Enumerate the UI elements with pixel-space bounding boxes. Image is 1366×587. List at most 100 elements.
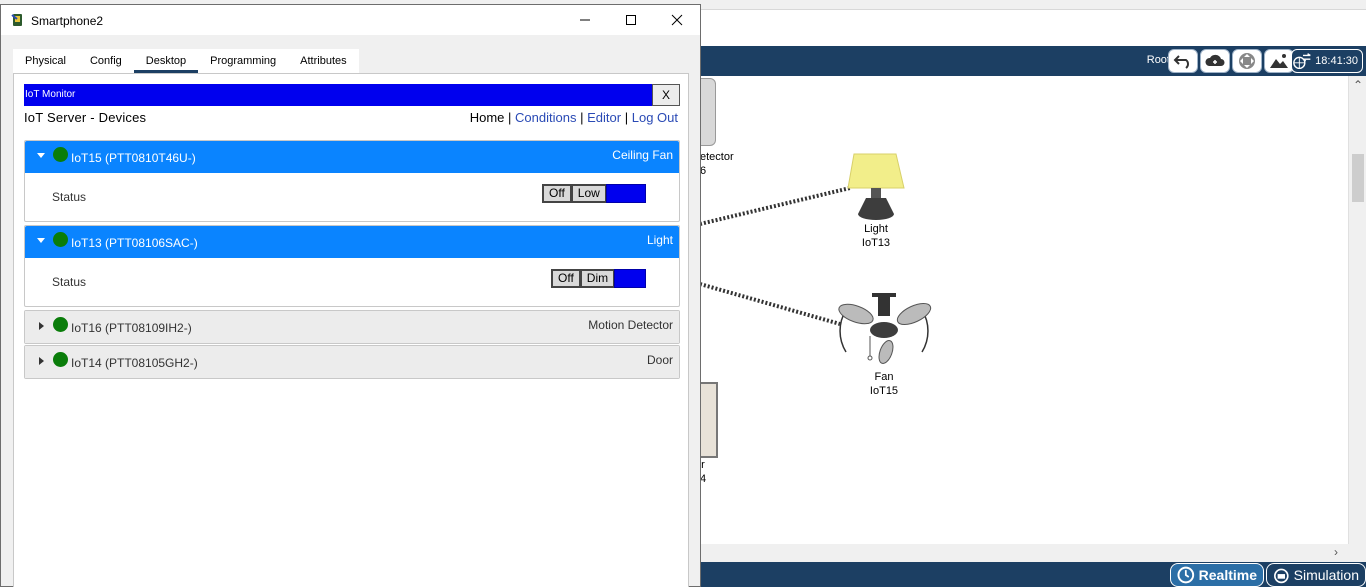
light-off-option[interactable]: Off [551, 269, 580, 288]
device-name: IoT16 (PTT08109IH2-) [71, 321, 192, 335]
collapse-caret-icon[interactable] [37, 153, 45, 158]
root-label: Root [1146, 54, 1170, 66]
light-selected-option[interactable] [614, 269, 647, 288]
clock-icon [1177, 566, 1195, 584]
tab-config[interactable]: Config [78, 49, 134, 73]
fan-off-option[interactable]: Off [542, 184, 571, 203]
simulation-button[interactable]: Simulation [1266, 563, 1366, 587]
window-title: Smartphone2 [31, 14, 104, 28]
scroll-up-icon[interactable]: ⌃ [1353, 78, 1363, 92]
main-toolbar-strip [700, 10, 1366, 46]
device-panel-iot15: IoT15 (PTT0810T46U-) Ceiling Fan Status … [24, 140, 680, 222]
clock-display[interactable]: 18:41:30 [1291, 49, 1363, 73]
background-image-button[interactable] [1264, 49, 1294, 73]
logical-workspace-bar: Root 18:41:30 [700, 46, 1366, 76]
iot-monitor-title: IoT Monitor [25, 89, 76, 100]
move-arrows-icon [1239, 53, 1255, 69]
device-header[interactable]: IoT14 (PTT08105GH2-) Door [25, 346, 679, 378]
status-label: Status [52, 190, 87, 204]
cloud-button[interactable] [1200, 49, 1230, 73]
landscape-icon [1270, 54, 1288, 68]
light-id-label: IoT13 [861, 237, 891, 249]
light-name-label: Light [864, 223, 888, 235]
tab-bar: Physical Config Desktop Programming Attr… [13, 49, 359, 73]
mode-bar: Realtime Simulation [700, 562, 1366, 587]
device-panel-iot14: IoT14 (PTT08105GH2-) Door [24, 345, 680, 379]
smartphone-window: Smartphone2 Physical Config Desktop Prog… [0, 4, 701, 587]
desktop-area: IoT Monitor X IoT Server - Devices Home … [13, 73, 689, 587]
tab-programming[interactable]: Programming [198, 49, 288, 73]
device-type: Door [646, 353, 673, 367]
realtime-button[interactable]: Realtime [1170, 563, 1264, 587]
horizontal-scrollbar[interactable]: › [700, 544, 1366, 562]
tab-attributes[interactable]: Attributes [288, 49, 358, 73]
device-header[interactable]: IoT16 (PTT08109IH2-) Motion Detector [25, 311, 679, 343]
device-type: Motion Detector [588, 318, 673, 332]
expand-caret-icon[interactable] [39, 322, 44, 330]
back-button[interactable] [1168, 49, 1198, 73]
iot-monitor-header: IoT Monitor X [24, 84, 680, 106]
maximize-button[interactable] [608, 5, 654, 35]
fan-low-option[interactable]: Low [570, 184, 606, 203]
device-name: IoT15 (PTT0810T46U-) [71, 151, 196, 165]
device-panel-iot16: IoT16 (PTT08109IH2-) Motion Detector [24, 310, 680, 344]
nav-conditions-link[interactable]: Conditions [515, 110, 576, 125]
minimize-icon [580, 19, 590, 21]
collapse-caret-icon[interactable] [37, 238, 45, 243]
move-button[interactable] [1232, 49, 1262, 73]
fan-device-icon[interactable] [828, 290, 940, 370]
tab-physical[interactable]: Physical [13, 49, 78, 73]
device-name: IoT14 (PTT08105GH2-) [71, 356, 198, 370]
device-body: Status Off Dim [25, 258, 679, 306]
device-body: Status Off Low [25, 173, 679, 221]
door-device[interactable] [700, 382, 718, 458]
server-title: IoT Server - Devices [24, 110, 147, 125]
iot-monitor-close-button[interactable]: X [652, 84, 680, 106]
status-dot-icon [53, 352, 68, 367]
nav-separator: | [508, 110, 512, 125]
tab-desktop[interactable]: Desktop [133, 49, 199, 73]
status-dot-icon [53, 232, 68, 247]
server-nav: Home | Conditions | Editor | Log Out [470, 110, 678, 125]
vertical-scrollbar[interactable]: ⌃ [1348, 76, 1366, 544]
expand-caret-icon[interactable] [39, 357, 44, 365]
fan-speed-selector: Off Low [542, 184, 646, 203]
status-label: Status [52, 275, 87, 289]
minimize-button[interactable] [562, 5, 608, 35]
nav-separator: | [624, 110, 629, 125]
close-window-button[interactable] [654, 5, 700, 35]
light-device-icon[interactable] [844, 148, 910, 224]
light-dim-option[interactable]: Dim [579, 269, 615, 288]
device-header[interactable]: IoT15 (PTT0810T46U-) Ceiling Fan [25, 141, 679, 173]
nav-editor-link[interactable]: Editor [587, 110, 621, 125]
nav-logout-link[interactable]: Log Out [632, 110, 678, 125]
cloud-icon [1205, 54, 1225, 66]
connection-lines [700, 186, 851, 326]
nav-home-link[interactable]: Home [470, 110, 505, 125]
fan-name-label: Fan [874, 371, 894, 383]
clock-time: 18:41:30 [1315, 55, 1358, 67]
device-type: Ceiling Fan [612, 148, 673, 162]
smartphone-app-icon [11, 14, 22, 26]
simulation-label: Simulation [1293, 567, 1359, 583]
status-dot-icon [53, 317, 68, 332]
maximize-icon [626, 15, 636, 25]
device-name: IoT13 (PTT08106SAC-) [71, 236, 198, 250]
vertical-scroll-thumb[interactable] [1352, 154, 1364, 202]
stopwatch-icon [1274, 568, 1289, 584]
back-arrow-icon [1173, 55, 1189, 69]
realtime-label: Realtime [1198, 567, 1257, 583]
motion-detector-device[interactable] [700, 78, 716, 146]
network-clock-icon [1293, 53, 1311, 70]
light-level-selector: Off Dim [551, 269, 647, 288]
nav-separator: | [580, 110, 584, 125]
logical-workspace-canvas[interactable]: etector 6 Light IoT13 Fan IoT15 r 4 [700, 76, 1348, 544]
device-panel-iot13: IoT13 (PTT08106SAC-) Light Status Off Di… [24, 225, 680, 307]
fan-id-label: IoT15 [869, 385, 899, 397]
fan-selected-option[interactable] [605, 184, 646, 203]
detector-label: etector [700, 151, 734, 163]
device-header[interactable]: IoT13 (PTT08106SAC-) Light [25, 226, 679, 258]
status-dot-icon [53, 147, 68, 162]
title-bar[interactable]: Smartphone2 [1, 5, 700, 35]
scroll-right-icon[interactable]: › [1334, 545, 1338, 559]
